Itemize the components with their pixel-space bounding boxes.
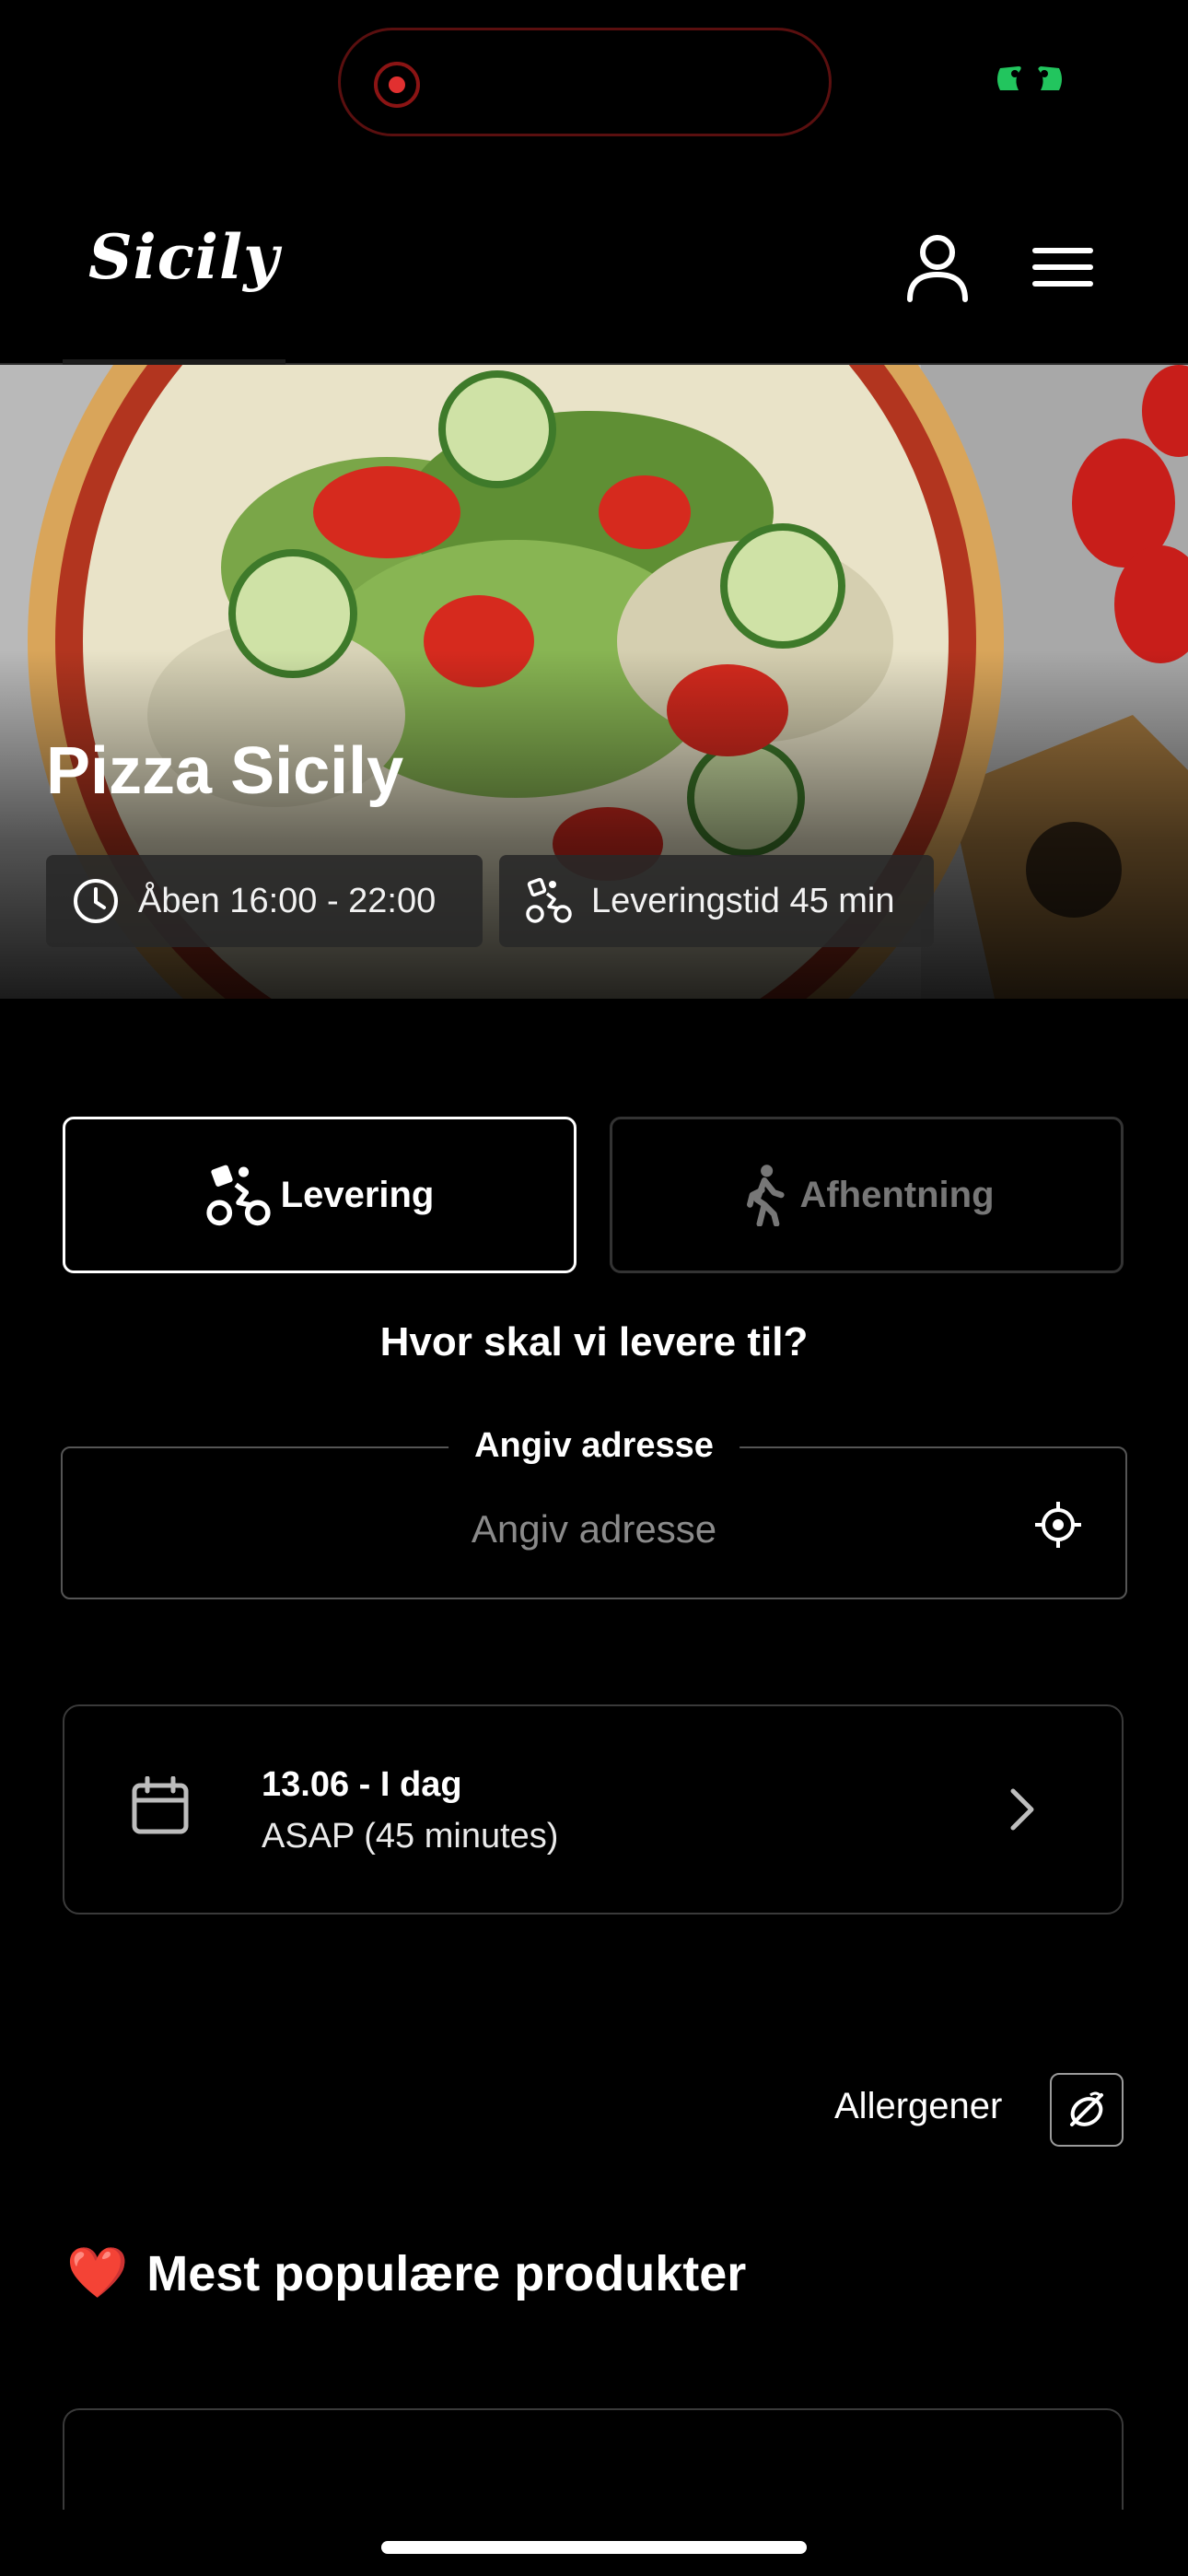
recording-indicator-icon bbox=[374, 62, 420, 108]
dynamic-island bbox=[338, 28, 832, 136]
address-input[interactable] bbox=[63, 1448, 1125, 1598]
opening-hours-text: Åben 16:00 - 22:00 bbox=[138, 881, 437, 920]
delivery-mode-label: Levering bbox=[280, 1174, 435, 1215]
account-button[interactable] bbox=[897, 227, 978, 308]
popular-products-heading: ❤️ Mest populære produkter bbox=[66, 2244, 746, 2302]
allergens-label[interactable]: Allergener bbox=[834, 2086, 1002, 2127]
hamburger-menu-icon bbox=[1032, 248, 1093, 287]
clock-icon bbox=[74, 879, 118, 923]
no-allergen-icon bbox=[1070, 2091, 1103, 2126]
pickup-mode-button[interactable]: Afhentning bbox=[610, 1117, 1124, 1273]
home-indicator[interactable] bbox=[381, 2541, 807, 2554]
popular-products-title: Mest populære produkter bbox=[146, 2245, 747, 2301]
hero-banner: Pizza Sicily Åben 16:00 - 22:00 Levering… bbox=[0, 365, 1188, 999]
product-card[interactable] bbox=[63, 2408, 1124, 2510]
green-status-icon bbox=[997, 66, 1062, 90]
bike-delivery-icon bbox=[526, 877, 572, 923]
crosshair-locate-icon bbox=[1035, 1502, 1081, 1548]
address-field: Angiv adresse bbox=[61, 1426, 1127, 1599]
logo[interactable]: Sicily bbox=[88, 221, 279, 293]
opening-hours-badge: Åben 16:00 - 22:00 bbox=[46, 855, 483, 947]
pickup-mode-label: Afhentning bbox=[799, 1174, 995, 1215]
bike-delivery-icon bbox=[206, 1165, 271, 1226]
locate-me-button[interactable] bbox=[1026, 1493, 1090, 1557]
app-header: Sicily bbox=[0, 184, 1188, 372]
calendar-icon bbox=[132, 1776, 189, 1834]
user-icon bbox=[907, 235, 968, 302]
delivery-question: Hvor skal vi levere til? bbox=[379, 1319, 809, 1364]
delivery-time-badge: Leveringstid 45 min bbox=[499, 855, 934, 947]
menu-button[interactable] bbox=[1022, 227, 1103, 308]
restaurant-name: Pizza Sicily bbox=[46, 734, 404, 808]
delivery-mode-button[interactable]: Levering bbox=[63, 1117, 577, 1273]
chevron-right-icon bbox=[1010, 1788, 1034, 1831]
selected-date: 13.06 - I dag bbox=[262, 1765, 462, 1804]
delivery-time-text: Leveringstid 45 min bbox=[591, 881, 895, 920]
allergens-button[interactable] bbox=[1050, 2073, 1124, 2147]
selected-time: ASAP (45 minutes) bbox=[262, 1817, 559, 1856]
delivery-time-selector[interactable]: 13.06 - I dag ASAP (45 minutes) bbox=[63, 1704, 1124, 1914]
heart-icon: ❤️ bbox=[66, 2245, 129, 2301]
walking-person-icon bbox=[747, 1165, 786, 1226]
